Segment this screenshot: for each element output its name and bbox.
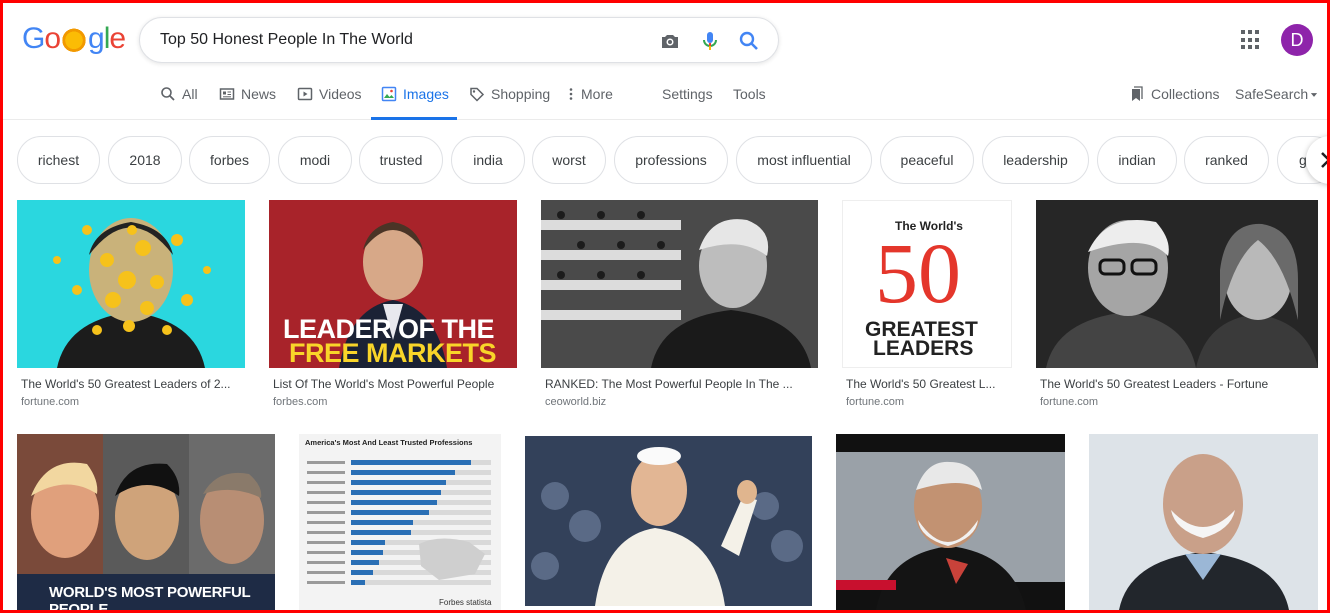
chip[interactable]: india	[451, 136, 525, 184]
image-result[interactable]: WORLD'S MOST POWERFUL PEOPLE	[17, 434, 275, 610]
search-box[interactable]: Top 50 Honest People In The World	[139, 17, 779, 63]
chevron-right-icon	[1321, 152, 1330, 168]
tab-label: More	[581, 86, 613, 102]
bookmark-icon	[1132, 86, 1143, 101]
tab-label: Shopping	[491, 86, 551, 102]
tab-settings[interactable]: Settings	[662, 86, 713, 120]
tab-label: All	[182, 86, 198, 102]
chip[interactable]: professions	[614, 136, 728, 184]
tab-all[interactable]: All	[160, 86, 198, 120]
chip[interactable]: trusted	[359, 136, 443, 184]
image-result[interactable]: The World's 50 Greatest Leaders of 2... …	[17, 200, 245, 415]
pope-waving-image	[525, 436, 812, 606]
tab-shopping[interactable]: Shopping	[469, 86, 550, 120]
image-result[interactable]	[525, 436, 812, 606]
image-result[interactable]: America's Most And Least Trusted Profess…	[299, 434, 501, 610]
result-title[interactable]: The World's 50 Greatest Leaders of 2...	[21, 377, 243, 391]
google-doodle-logo[interactable]: Gogle	[22, 22, 126, 56]
chart-title: America's Most And Least Trusted Profess…	[305, 438, 473, 447]
result-source[interactable]: fortune.com	[21, 396, 79, 408]
chart-credit: Forbes statista	[439, 598, 492, 607]
image-result[interactable]	[836, 434, 1065, 610]
tab-label: Images	[403, 86, 449, 102]
result-thumbnail[interactable]	[541, 200, 818, 368]
result-thumbnail[interactable]: America's Most And Least Trusted Profess…	[299, 434, 501, 610]
tab-images[interactable]: Images	[371, 86, 457, 120]
tag-icon	[470, 87, 485, 102]
result-title[interactable]: The World's 50 Greatest Leaders - Fortun…	[1040, 377, 1316, 391]
tab-label: Settings	[662, 86, 713, 102]
cover-number: 50	[875, 225, 961, 321]
result-source[interactable]: ceoworld.biz	[545, 396, 606, 408]
image-result[interactable]: The World's 50 GREATEST LEADERS The Worl…	[842, 200, 1012, 415]
search-icon[interactable]	[737, 29, 761, 53]
result-thumbnail[interactable]	[836, 434, 1065, 610]
chip[interactable]: peaceful	[880, 136, 974, 184]
tab-label: News	[241, 86, 277, 102]
search-input[interactable]: Top 50 Honest People In The World	[160, 31, 413, 49]
couple-portrait-image	[1036, 200, 1318, 368]
tab-label: Tools	[733, 86, 766, 102]
image-icon	[381, 86, 397, 102]
search-icon	[161, 87, 175, 101]
flag-portrait-image	[541, 200, 818, 368]
play-icon	[297, 87, 313, 101]
bar-chart-infographic-image	[307, 460, 491, 585]
collections-label: Collections	[1151, 86, 1220, 102]
result-source[interactable]: forbes.com	[273, 396, 327, 408]
result-thumbnail[interactable]: WORLD'S MOST POWERFUL PEOPLE	[17, 434, 275, 610]
avatar[interactable]: D	[1281, 24, 1313, 56]
portrait-with-stars-image	[53, 218, 211, 368]
cover-headline-1: WORLD'S MOST POWERFUL PEOPLE	[49, 584, 251, 610]
cover-headline-2: LEADERS	[873, 337, 974, 360]
result-title[interactable]: RANKED: The Most Powerful People In The …	[545, 377, 807, 391]
tab-news[interactable]: News	[219, 86, 276, 120]
microphone-icon[interactable]	[698, 29, 722, 53]
chip[interactable]: 2018	[108, 136, 182, 184]
result-thumbnail[interactable]	[17, 200, 245, 368]
chip[interactable]: forbes	[189, 136, 270, 184]
image-result[interactable]: The World's 50 Greatest Leaders - Fortun…	[1036, 200, 1318, 415]
tab-videos[interactable]: Videos	[297, 86, 362, 120]
result-title[interactable]: List Of The World's Most Powerful People	[273, 377, 517, 391]
newspaper-icon	[219, 88, 235, 100]
safesearch-dropdown[interactable]: SafeSearch	[1235, 86, 1319, 120]
image-result[interactable]: RANKED: The Most Powerful People In The …	[541, 200, 818, 415]
tab-label: Videos	[319, 86, 362, 102]
chevron-down-icon	[1311, 93, 1318, 97]
apps-grid-icon[interactable]	[1241, 30, 1261, 50]
chip[interactable]: leadership	[982, 136, 1089, 184]
chip[interactable]: most influential	[736, 136, 872, 184]
tab-more[interactable]: More	[567, 86, 613, 120]
image-result[interactable]	[1089, 434, 1318, 610]
result-thumbnail[interactable]: The World's 50 GREATEST LEADERS	[842, 200, 1012, 368]
collections-button[interactable]: Collections	[1129, 86, 1219, 120]
camera-icon[interactable]	[658, 29, 682, 53]
cover-headline-2: FREE MARKETS	[289, 338, 497, 368]
result-source[interactable]: fortune.com	[1040, 396, 1098, 408]
chip[interactable]: ranked	[1184, 136, 1269, 184]
sun-doodle-icon	[61, 26, 88, 52]
result-thumbnail[interactable]	[1036, 200, 1318, 368]
result-thumbnail[interactable]: LEADER OF THE FREE MARKETS	[269, 200, 517, 368]
result-thumbnail[interactable]	[525, 436, 812, 606]
tab-tools[interactable]: Tools	[733, 86, 766, 120]
result-thumbnail[interactable]	[1089, 434, 1318, 610]
chip[interactable]: richest	[17, 136, 100, 184]
result-title[interactable]: The World's 50 Greatest L...	[846, 377, 1010, 391]
search-tabs: All News Videos Images Shopping More Set…	[0, 78, 1330, 120]
chip[interactable]: indian	[1097, 136, 1177, 184]
leader-speaking-image	[836, 434, 1065, 610]
safesearch-label: SafeSearch	[1235, 86, 1309, 102]
chip[interactable]: worst	[532, 136, 606, 184]
image-result[interactable]: LEADER OF THE FREE MARKETS List Of The W…	[269, 200, 517, 415]
laughing-man-image	[1089, 434, 1318, 610]
result-source[interactable]: fortune.com	[846, 396, 904, 408]
chip[interactable]: modi	[278, 136, 352, 184]
